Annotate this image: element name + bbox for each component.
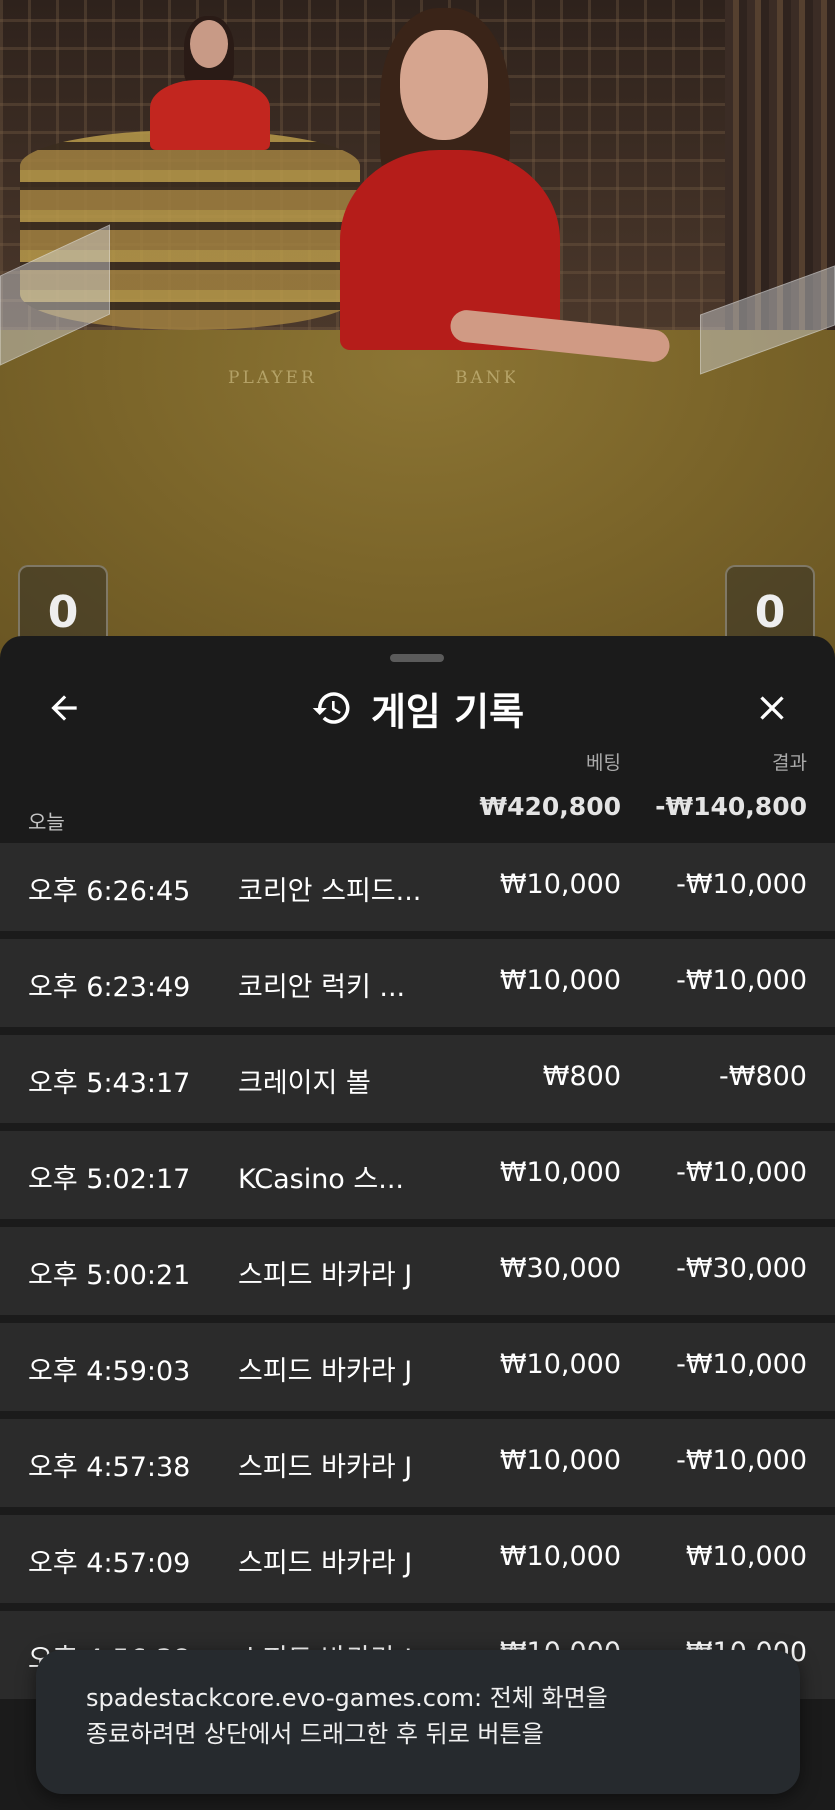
row-result: -₩10,000 [676,1349,807,1380]
history-icon [312,692,350,724]
history-row[interactable]: 오후 4:59:03 스피드 바카라 J ₩10,000 -₩10,000 [0,1323,835,1411]
row-bet: ₩10,000 [499,1541,621,1572]
row-time: 오후 5:02:17 [28,1164,191,1195]
row-result: ₩10,000 [685,1541,807,1572]
toast-line-1: spadestackcore.evo-games.com: 전체 화면을 [86,1684,608,1712]
toast-line-2: 종료하려면 상단에서 드래그한 후 뒤로 버튼을 [86,1720,544,1748]
row-game: KCasino 스... [238,1164,404,1195]
history-row[interactable]: 오후 6:26:45 코리안 스피드... ₩10,000 -₩10,000 [0,843,835,931]
history-row[interactable]: 오후 5:02:17 KCasino 스... ₩10,000 -₩10,000 [0,1131,835,1219]
row-game: 코리안 스피드... [238,876,422,907]
felt-player-text: PLAYER [228,368,317,388]
row-bet: ₩10,000 [499,1157,621,1188]
row-bet: ₩10,000 [499,965,621,996]
column-bet-label: 베팅 [586,752,621,774]
close-icon [760,696,784,720]
game-history-sheet: 게임 기록 베팅 결과 오늘 ₩420,800 -₩140,800 오후 6:2… [0,636,835,1810]
baccarat-table-felt [0,330,835,660]
row-bet: ₩800 [542,1061,621,1092]
row-bet: ₩10,000 [499,1349,621,1380]
row-result: -₩10,000 [676,869,807,900]
row-result: -₩10,000 [676,1157,807,1188]
row-game: 코리안 럭키 ... [238,972,406,1003]
column-result-label: 결과 [772,752,807,774]
row-time: 오후 6:23:49 [28,972,191,1003]
row-result: -₩10,000 [676,1445,807,1476]
history-row[interactable]: 오후 5:00:21 스피드 바카라 J ₩30,000 -₩30,000 [0,1227,835,1315]
row-time: 오후 5:43:17 [28,1068,191,1099]
row-game: 스피드 바카라 J [238,1356,413,1387]
row-time: 오후 5:00:21 [28,1260,191,1291]
felt-banker-text: BANKER [455,368,515,388]
row-time: 오후 6:26:45 [28,876,191,907]
summary-header: 베팅 결과 오늘 ₩420,800 -₩140,800 [0,748,835,838]
fullscreen-toast: spadestackcore.evo-games.com: 전체 화면을 종료하… [36,1650,800,1794]
date-label: 오늘 [28,810,65,834]
history-list: 오후 6:26:45 코리안 스피드... ₩10,000 -₩10,000 오… [0,843,835,1707]
sheet-drag-handle[interactable] [390,654,444,662]
history-row[interactable]: 오후 4:57:09 스피드 바카라 J ₩10,000 ₩10,000 [0,1515,835,1603]
close-button[interactable] [748,684,796,732]
row-result: -₩10,000 [676,965,807,996]
total-result: -₩140,800 [655,792,807,821]
row-time: 오후 4:57:38 [28,1452,191,1483]
row-bet: ₩30,000 [499,1253,621,1284]
total-bet: ₩420,800 [479,792,621,821]
row-game: 크레이지 볼 [238,1068,371,1099]
row-time: 오후 4:57:09 [28,1548,191,1579]
dealer [300,0,680,370]
row-bet: ₩10,000 [499,1445,621,1476]
row-time: 오후 4:59:03 [28,1356,191,1387]
row-result: -₩30,000 [676,1253,807,1284]
history-row[interactable]: 오후 4:57:38 스피드 바카라 J ₩10,000 -₩10,000 [0,1419,835,1507]
header: 게임 기록 [0,680,835,736]
row-game: 스피드 바카라 J [238,1452,413,1483]
row-bet: ₩10,000 [499,869,621,900]
row-result: -₩800 [719,1061,807,1092]
background-dealer [150,16,270,150]
history-row[interactable]: 오후 6:23:49 코리안 럭키 ... ₩10,000 -₩10,000 [0,939,835,1027]
page-title: 게임 기록 [370,689,525,734]
live-video-feed: PLAYER BANKER 0 0 [0,0,835,660]
history-row[interactable]: 오후 5:43:17 크레이지 볼 ₩800 -₩800 [0,1035,835,1123]
row-game: 스피드 바카라 J [238,1260,413,1291]
row-game: 스피드 바카라 J [238,1548,413,1579]
